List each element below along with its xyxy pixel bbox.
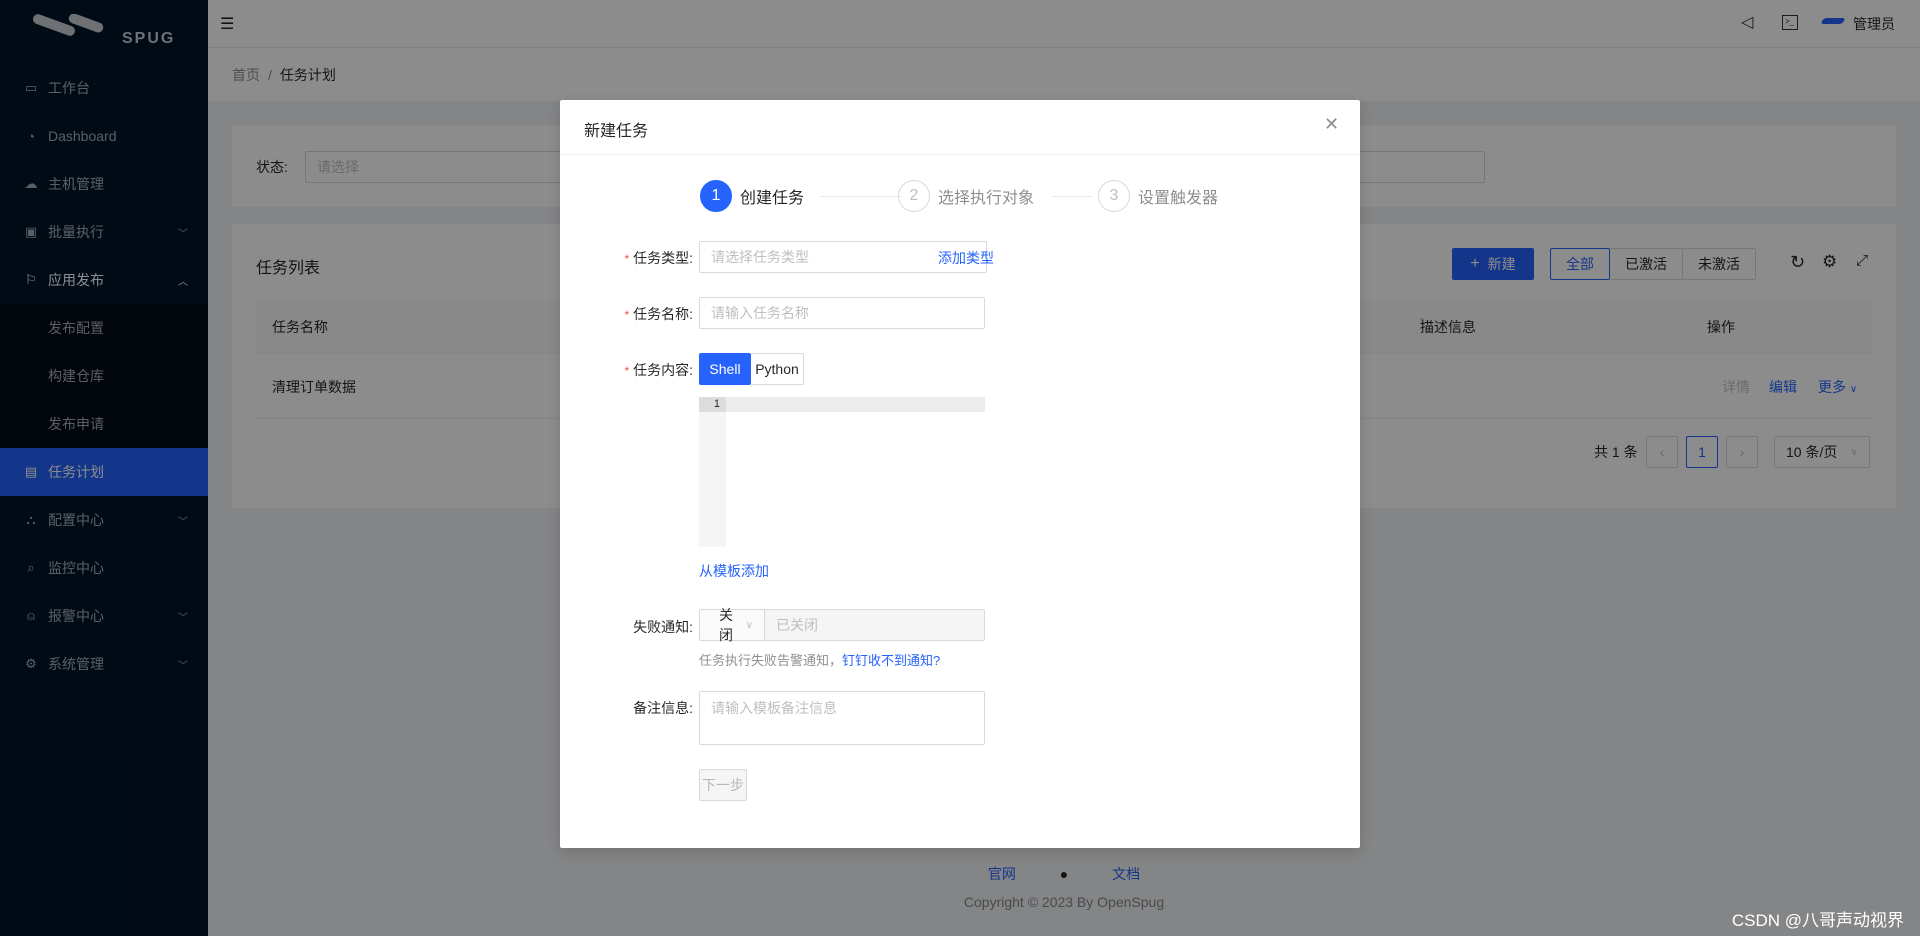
notify-target-input[interactable]: 已关闭: [765, 609, 985, 641]
dingtalk-help-link[interactable]: 钉钉收不到通知?: [842, 653, 940, 668]
next-step-button[interactable]: 下一步: [699, 769, 747, 801]
step-divider: [1052, 196, 1092, 197]
step-1: 1 创建任务: [700, 180, 804, 212]
task-type-label: 任务类型:: [633, 250, 693, 266]
chevron-down-icon: ∨: [745, 619, 753, 631]
fail-notify-group: 关闭 ∨ 已关闭: [699, 607, 985, 643]
tab-python[interactable]: Python: [751, 353, 804, 385]
close-icon[interactable]: ✕: [1324, 114, 1339, 135]
modal-header: 新建任务 ✕: [560, 100, 1360, 155]
add-type-link[interactable]: 添加类型: [938, 248, 994, 268]
language-tabs: Shell Python: [699, 353, 804, 385]
remark-label: 备注信息:: [633, 700, 693, 716]
editor-gutter: [699, 397, 726, 547]
tab-shell[interactable]: Shell: [699, 353, 751, 385]
line-number: 1: [699, 397, 726, 412]
code-editor[interactable]: 1: [699, 397, 985, 547]
fail-notify-label: 失败通知:: [633, 619, 693, 635]
task-content-label: 任务内容:: [633, 362, 693, 378]
task-name-input[interactable]: 请输入任务名称: [699, 297, 985, 329]
notify-help: 任务执行失败告警通知，钉钉收不到通知?: [699, 653, 941, 668]
remark-textarea[interactable]: 请输入模板备注信息: [699, 691, 985, 745]
watermark: CSDN @八哥声动视界: [1731, 911, 1904, 930]
step-3: 3 设置触发器: [1098, 180, 1218, 212]
modal-title: 新建任务: [584, 123, 649, 140]
step-divider: [820, 196, 902, 197]
step-2: 2 选择执行对象: [898, 180, 1034, 212]
notify-mode-select[interactable]: 关闭 ∨: [699, 607, 765, 643]
from-template-link[interactable]: 从模板添加: [699, 561, 769, 581]
new-task-modal: 新建任务 ✕ 1 创建任务 2 选择执行对象 3 设置触发器 * 任务类型: 请选择任务…: [560, 100, 1360, 848]
task-name-label: 任务名称:: [633, 306, 693, 322]
